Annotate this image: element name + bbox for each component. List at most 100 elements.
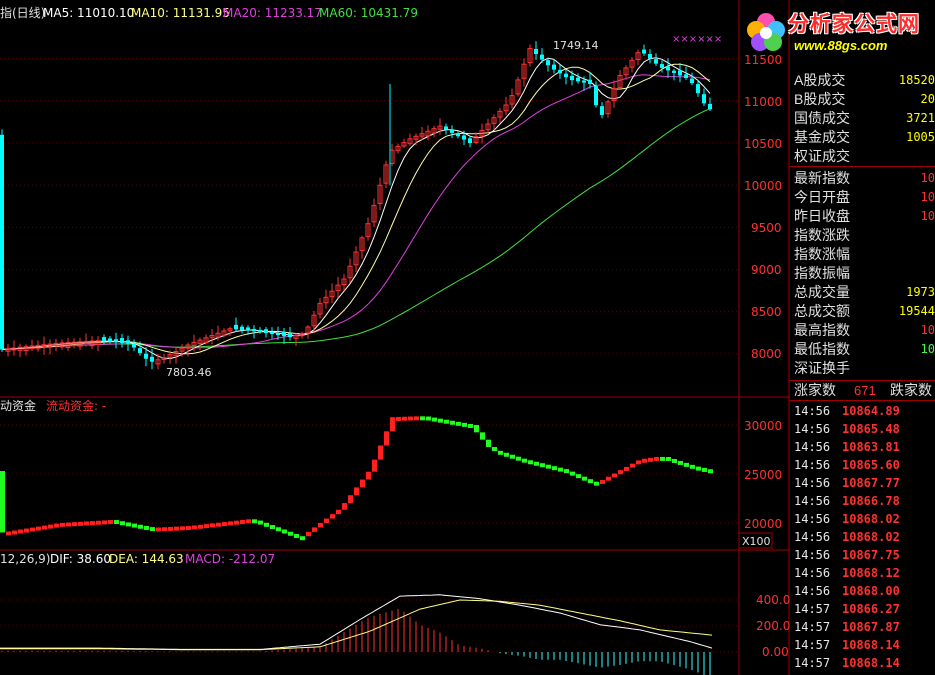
tick-row[interactable]: 14:56 10867.77 [790,474,935,492]
row-label: 总成交额 [794,303,850,319]
flow-panel-subtitle: 流动资金: - [46,398,106,413]
flow-mark [696,466,701,471]
candle-body [708,103,712,110]
flow-mark [540,463,545,468]
flow-mark [684,462,689,467]
flow-mark [558,467,563,472]
flow-mark [0,471,5,533]
candle-body [558,69,562,74]
macd-panel-title: 12,26,9) [0,552,50,566]
flow-mark [504,452,509,457]
candle-body [258,329,262,333]
flow-mark [408,416,413,421]
flow-mark [210,523,215,528]
stock-chart-app: 11500 11000 10500 10000 9500 9000 8500 8… [0,0,935,675]
macd-tick: 0.00 [762,645,789,659]
flow-mark [108,520,113,525]
flow-mark [702,467,707,472]
tick-time: 14:56 [794,404,831,418]
candle-body [654,59,658,64]
candle-body [240,326,244,331]
flow-mark [162,527,167,532]
tick-row[interactable]: 14:57 10868.14 [790,636,935,654]
decline-label: 跌家数 [890,382,932,398]
flow-mark [192,525,197,530]
tick-row[interactable]: 14:56 10868.02 [790,528,935,546]
candle-body [552,64,556,70]
tick-row[interactable]: 14:56 10868.00 [790,582,935,600]
tick-row[interactable]: 14:56 10865.48 [790,420,935,438]
low-annotation: 7803.46 [166,366,212,379]
flow-mark [306,531,311,537]
flow-mark [588,479,593,484]
flow-mark [24,528,29,533]
flow-mark [186,526,191,531]
flow-mark [132,523,137,528]
tick-row[interactable]: 14:56 10864.89 [790,402,935,420]
candle-body [546,60,550,66]
chart-area[interactable]: 11500 11000 10500 10000 9500 9000 8500 8… [0,0,790,675]
tick-time: 14:57 [794,620,831,634]
index-row: 深证换手 [790,359,935,378]
row-label: 指数涨跌 [794,227,850,243]
flow-mark [300,536,305,541]
flow-mark [396,416,401,421]
tick-row[interactable]: 14:57 10868.14 [790,654,935,672]
candlestick-series [0,41,712,370]
flow-mark [102,520,107,525]
flow-mark [120,521,125,526]
ma-polyline [1,108,711,350]
candle-body [0,134,4,350]
row-value: 10 [920,209,935,223]
advance-label: 涨家数 [794,382,836,398]
candle-body [246,327,250,331]
candle-body [456,133,460,137]
flow-mark [258,520,263,525]
flow-mark [288,531,293,536]
flow-mark [402,416,407,421]
tick-row[interactable]: 14:56 10863.81 [790,438,935,456]
flow-mark [336,509,341,515]
flow-mark [420,416,425,421]
flow-mark [270,525,275,530]
tick-row[interactable]: 14:57 10867.87 [790,618,935,636]
tick-price: 10868.14 [842,656,900,670]
flow-mark [174,526,179,531]
macd-label: MACD: -212.07 [185,552,275,566]
flow-mark [612,473,617,478]
flow-mark [222,522,227,527]
flow-tick: 25000 [744,468,782,482]
flow-mark [594,481,599,486]
volume-row: 权证成交 [790,147,935,166]
tick-row[interactable]: 14:57 10866.27 [790,600,935,618]
ma60-line [1,108,711,350]
macd-axis: 400.00 200.00 0.00 [756,593,790,659]
flow-mark [378,445,383,460]
tick-row[interactable]: 14:56 10865.60 [790,456,935,474]
tick-row[interactable]: 14:56 10867.75 [790,546,935,564]
tick-price: 10864.89 [842,404,900,418]
candle-body [444,126,448,130]
candle-body [138,348,142,354]
flow-mark [156,527,161,532]
index-row: 昨日收盘 10 [790,207,935,226]
candle-body [252,328,256,332]
candle-body [114,339,118,343]
site-logo[interactable]: 分析家公式网 www.88gs.com [736,2,935,62]
flow-mark [678,460,683,465]
flow-mark [630,463,635,468]
tick-price: 10868.02 [842,530,900,544]
flow-mark [84,521,89,526]
flow-mark [54,523,59,528]
tick-price: 10866.27 [842,602,900,616]
flow-mark [36,526,41,531]
flow-mark [126,522,131,527]
tick-row[interactable]: 14:56 10866.78 [790,492,935,510]
tick-row[interactable]: 14:56 10868.12 [790,564,935,582]
flow-mark [216,522,221,527]
candle-body [468,138,472,143]
flow-mark [372,459,377,472]
flow-mark [654,456,659,461]
tick-time: 14:56 [794,566,831,580]
tick-row[interactable]: 14:56 10868.02 [790,510,935,528]
